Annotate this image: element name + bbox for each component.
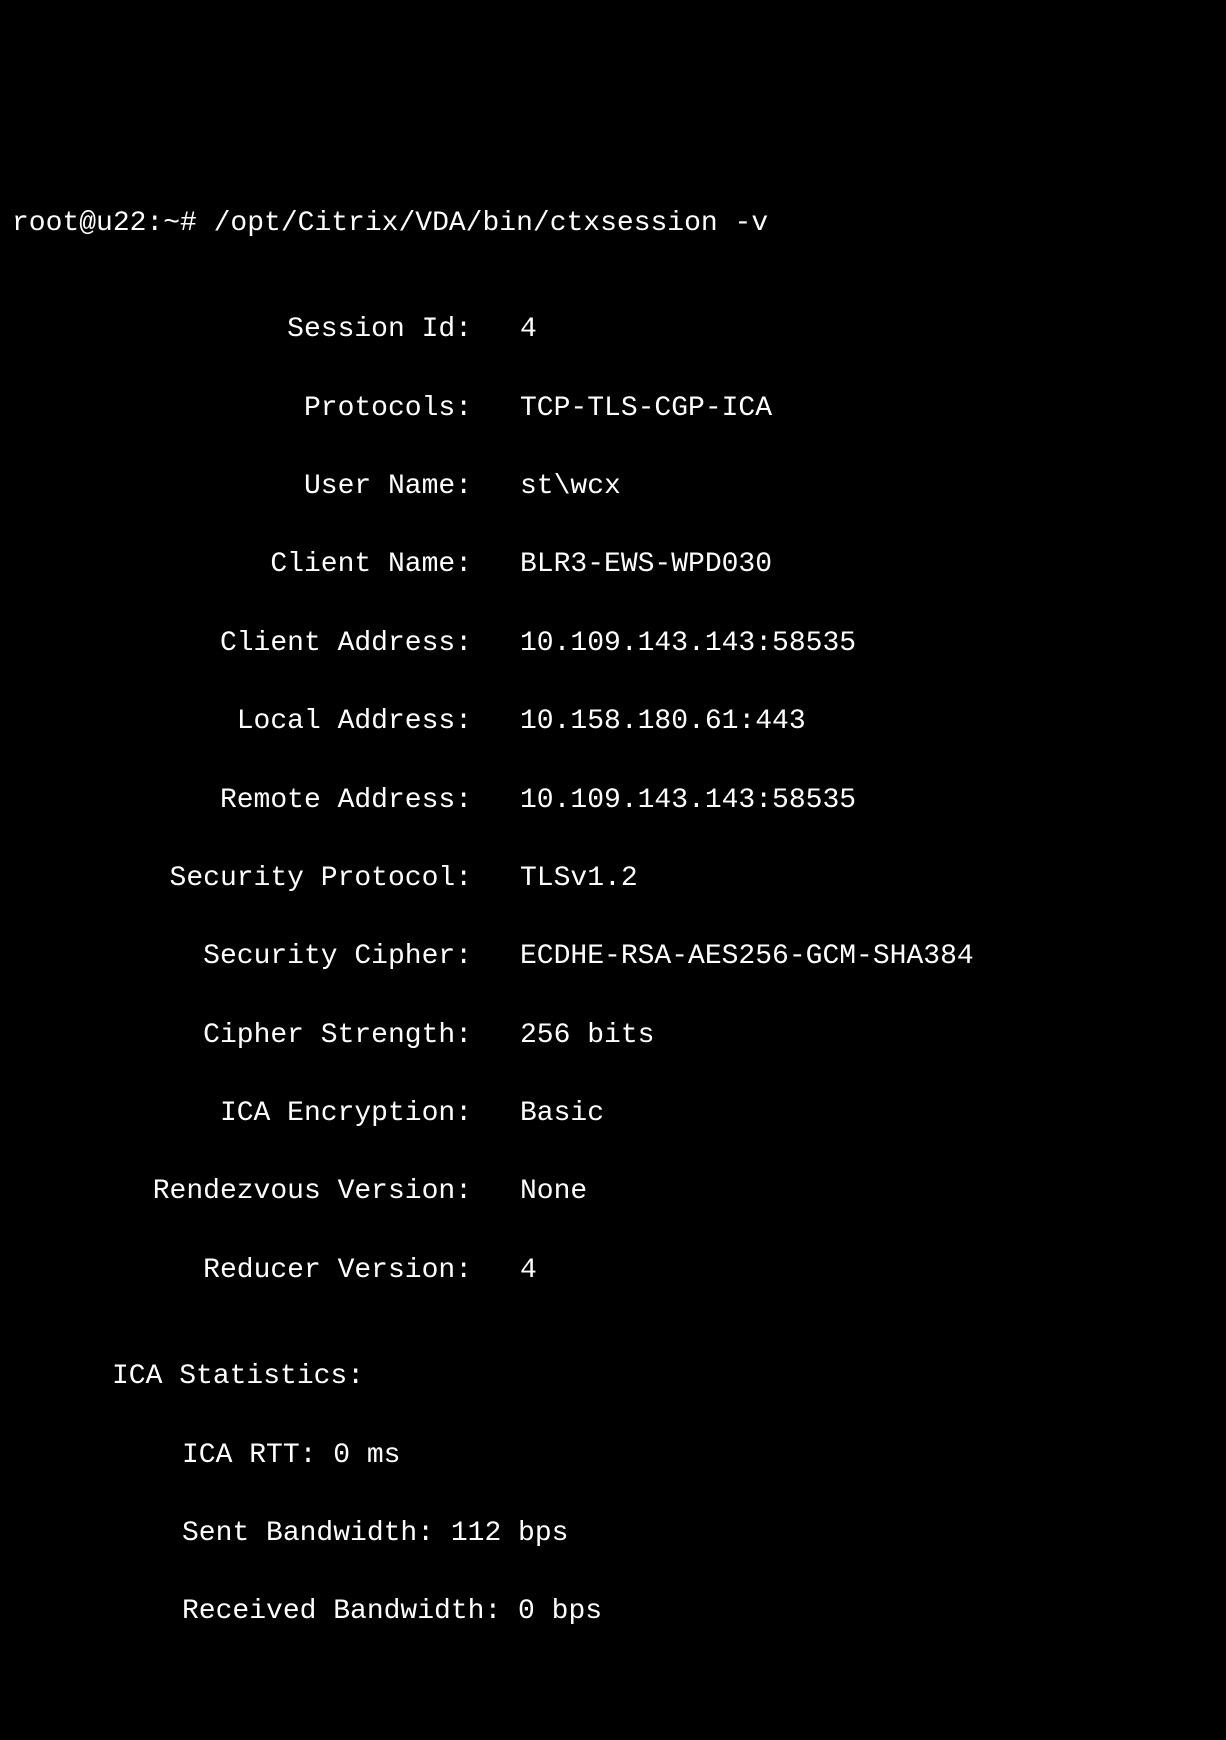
- security-cipher-label: Security Cipher:: [12, 937, 472, 976]
- security-cipher-row: Security Cipher:ECDHE-RSA-AES256-GCM-SHA…: [12, 937, 1214, 976]
- user-name-value: st\wcx: [472, 467, 621, 506]
- ica-rtt-stat: ICA RTT: 0 ms: [12, 1436, 1214, 1475]
- received-bandwidth-stat: Received Bandwidth: 0 bps: [12, 1592, 1214, 1631]
- reducer-version-row: Reducer Version:4: [12, 1251, 1214, 1290]
- reducer-version-label: Reducer Version:: [12, 1251, 472, 1290]
- ica-encryption-row: ICA Encryption:Basic: [12, 1094, 1214, 1133]
- client-name-row: Client Name:BLR3-EWS-WPD030: [12, 545, 1214, 584]
- remote-address-label: Remote Address:: [12, 781, 472, 820]
- session-id-value: 4: [472, 310, 537, 349]
- security-protocol-row: Security Protocol:TLSv1.2: [12, 859, 1214, 898]
- rendezvous-version-row: Rendezvous Version:None: [12, 1172, 1214, 1211]
- local-address-row: Local Address:10.158.180.61:443: [12, 702, 1214, 741]
- reducer-version-value: 4: [472, 1251, 537, 1290]
- user-name-label: User Name:: [12, 467, 472, 506]
- remote-address-value: 10.109.143.143:58535: [472, 781, 856, 820]
- session-id-row: Session Id:4: [12, 310, 1214, 349]
- security-cipher-value: ECDHE-RSA-AES256-GCM-SHA384: [472, 937, 974, 976]
- protocols-value: TCP-TLS-CGP-ICA: [472, 389, 772, 428]
- protocols-row: Protocols:TCP-TLS-CGP-ICA: [12, 389, 1214, 428]
- cipher-strength-value: 256 bits: [472, 1016, 654, 1055]
- ica-encryption-label: ICA Encryption:: [12, 1094, 472, 1133]
- client-name-value: BLR3-EWS-WPD030: [472, 545, 772, 584]
- rendezvous-version-label: Rendezvous Version:: [12, 1172, 472, 1211]
- client-address-value: 10.109.143.143:58535: [472, 624, 856, 663]
- command-prompt: root@u22:~# /opt/Citrix/VDA/bin/ctxsessi…: [12, 204, 1214, 243]
- cipher-strength-row: Cipher Strength:256 bits: [12, 1016, 1214, 1055]
- local-address-label: Local Address:: [12, 702, 472, 741]
- protocols-label: Protocols:: [12, 389, 472, 428]
- session-id-label: Session Id:: [12, 310, 472, 349]
- security-protocol-label: Security Protocol:: [12, 859, 472, 898]
- client-address-row: Client Address:10.109.143.143:58535: [12, 624, 1214, 663]
- local-address-value: 10.158.180.61:443: [472, 702, 806, 741]
- security-protocol-value: TLSv1.2: [472, 859, 638, 898]
- remote-address-row: Remote Address:10.109.143.143:58535: [12, 781, 1214, 820]
- ica-statistics-header: ICA Statistics:: [12, 1357, 1214, 1396]
- client-address-label: Client Address:: [12, 624, 472, 663]
- sent-bandwidth-stat: Sent Bandwidth: 112 bps: [12, 1514, 1214, 1553]
- user-name-row: User Name:st\wcx: [12, 467, 1214, 506]
- terminal-output[interactable]: root@u22:~# /opt/Citrix/VDA/bin/ctxsessi…: [12, 165, 1214, 1671]
- cipher-strength-label: Cipher Strength:: [12, 1016, 472, 1055]
- rendezvous-version-value: None: [472, 1172, 587, 1211]
- client-name-label: Client Name:: [12, 545, 472, 584]
- ica-encryption-value: Basic: [472, 1094, 604, 1133]
